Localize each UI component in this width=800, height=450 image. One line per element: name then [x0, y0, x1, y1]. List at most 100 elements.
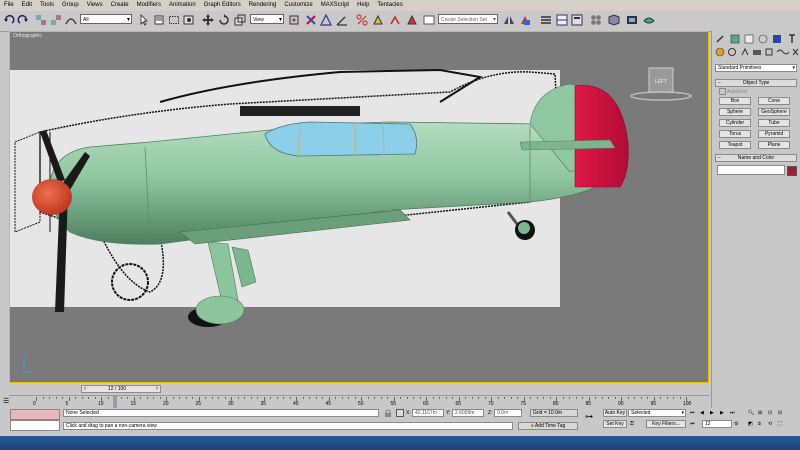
undo-icon[interactable]: [3, 14, 15, 26]
percent-snap-icon[interactable]: [356, 14, 368, 26]
bind-space-warp-icon[interactable]: [65, 14, 77, 26]
layer-manager-icon[interactable]: [540, 14, 552, 26]
zoom-extents-all-icon[interactable]: ⊟: [778, 409, 782, 417]
create-tab-icon[interactable]: [716, 35, 724, 43]
go-to-start-icon[interactable]: ⏮: [690, 409, 695, 417]
geosphere-button[interactable]: GeoSphere: [758, 108, 790, 116]
maxscript-input[interactable]: [10, 420, 60, 431]
maximize-viewport-icon[interactable]: ⛶: [778, 420, 782, 428]
lights-icon[interactable]: [741, 47, 749, 56]
sphere-button[interactable]: Sphere: [719, 108, 751, 116]
viewport-orthographic[interactable]: Orthographic LEFT: [9, 31, 709, 383]
move-icon[interactable]: [202, 14, 214, 26]
angle-snap-icon[interactable]: [336, 14, 348, 26]
time-slider[interactable]: ‹ 12 / 100 ›: [81, 385, 161, 393]
object-color-swatch[interactable]: [787, 166, 797, 176]
geometry-icon[interactable]: [715, 47, 725, 57]
torus-button[interactable]: Torus: [719, 130, 751, 138]
render-production-icon[interactable]: [643, 14, 655, 26]
reference-coord-dropdown[interactable]: View: [250, 14, 284, 25]
schematic-view-icon[interactable]: [571, 14, 583, 26]
window-crossing-icon[interactable]: [183, 14, 195, 26]
set-key-button[interactable]: Set Key: [603, 420, 627, 428]
systems-icon[interactable]: [792, 48, 799, 56]
menu-animation[interactable]: Animation: [165, 0, 200, 11]
pan-view-icon[interactable]: ✋︎: [758, 420, 761, 428]
key-mode-dropdown[interactable]: Selected ▾: [628, 409, 686, 417]
utilities-tab-icon[interactable]: [789, 34, 795, 43]
current-frame-field[interactable]: 12: [702, 420, 732, 428]
field-of-view-icon[interactable]: ◩: [748, 420, 753, 428]
key-mode-toggle-icon[interactable]: ⏮: [690, 420, 695, 428]
time-config-icon[interactable]: ⚙: [734, 420, 738, 428]
lock-icon[interactable]: [384, 409, 392, 417]
spacewarps-icon[interactable]: [776, 49, 790, 55]
object-name-field[interactable]: [717, 165, 785, 175]
hierarchy-tab-icon[interactable]: [744, 34, 754, 44]
key-filters-button[interactable]: Key Filters...: [646, 420, 686, 428]
named-selection-dropdown[interactable]: Create Selection Set: [438, 14, 498, 25]
menu-create[interactable]: Create: [107, 0, 133, 11]
menu-group[interactable]: Group: [58, 0, 83, 11]
autogrid-checkbox[interactable]: AutoGrid: [719, 88, 747, 96]
viewcube[interactable]: LEFT: [630, 67, 692, 101]
pyramid-button[interactable]: Pyramid: [758, 130, 790, 138]
mini-curve-editor-icon[interactable]: ☰: [3, 397, 9, 405]
menu-edit[interactable]: Edit: [18, 0, 36, 11]
menu-views[interactable]: Views: [83, 0, 107, 11]
menu-customize[interactable]: Customize: [280, 0, 316, 11]
rectangular-selection-icon[interactable]: [168, 14, 180, 26]
tube-button[interactable]: Tube: [758, 119, 790, 127]
material-editor-icon[interactable]: [590, 14, 602, 26]
pivot-center-icon[interactable]: [288, 14, 300, 26]
scale-icon[interactable]: [234, 14, 246, 26]
zoom-extents-icon[interactable]: ⊡: [768, 409, 772, 417]
key-icon[interactable]: ⊶: [585, 413, 593, 421]
named-selection-icon[interactable]: [406, 14, 418, 26]
cylinder-button[interactable]: Cylinder: [719, 119, 751, 127]
spinner-snap-icon[interactable]: [372, 14, 384, 26]
box-button[interactable]: Box: [719, 97, 751, 105]
menu-graph-editors[interactable]: Graph Editors: [200, 0, 245, 11]
rendered-frame-icon[interactable]: [626, 14, 638, 26]
next-frame-icon[interactable]: ›: [156, 386, 158, 392]
zoom-icon[interactable]: 🔍︎: [748, 409, 754, 417]
menu-tools[interactable]: Tools: [36, 0, 58, 11]
motion-tab-icon[interactable]: [758, 34, 768, 44]
menu-help[interactable]: Help: [353, 0, 373, 11]
object-type-rollout-header[interactable]: − Object Type: [715, 79, 797, 87]
mirror-icon[interactable]: [503, 14, 515, 26]
teapot-button[interactable]: Teapot: [719, 141, 751, 149]
orbit-icon[interactable]: ⟲: [768, 420, 772, 428]
name-color-rollout-header[interactable]: − Name and Color: [715, 154, 797, 162]
x-coordinate-field[interactable]: 42.1167m: [412, 409, 444, 417]
display-tab-icon[interactable]: [773, 35, 781, 43]
next-key-icon[interactable]: ▶: [720, 409, 724, 417]
play-icon[interactable]: ▶: [710, 409, 714, 417]
prev-frame-icon[interactable]: ‹: [84, 386, 86, 392]
zoom-all-icon[interactable]: ⊞: [758, 409, 762, 417]
previous-frame-icon[interactable]: ◀: [700, 409, 704, 417]
select-by-name-icon[interactable]: [153, 14, 165, 26]
curve-editor-icon[interactable]: [556, 14, 568, 26]
selection-filter-dropdown[interactable]: All: [80, 14, 132, 25]
menu-modifiers[interactable]: Modifiers: [133, 0, 165, 11]
menu-tentacles[interactable]: Tentacles: [373, 0, 406, 11]
align-icon[interactable]: [519, 14, 531, 26]
redo-icon[interactable]: [17, 14, 29, 26]
select-link-icon[interactable]: [35, 14, 47, 26]
render-setup-icon[interactable]: [608, 14, 620, 26]
abc-selection-icon[interactable]: [423, 14, 435, 26]
select-object-icon[interactable]: [138, 14, 150, 26]
cone-button[interactable]: Cone: [758, 97, 790, 105]
y-coordinate-field[interactable]: 2.6099m: [452, 409, 484, 417]
set-key-icon[interactable]: ⚿: [630, 420, 634, 428]
primitive-category-dropdown[interactable]: Standard Primitives ▾: [715, 64, 797, 72]
rotate-icon[interactable]: [218, 14, 230, 26]
absolute-mode-icon[interactable]: [396, 409, 404, 417]
auto-key-button[interactable]: Auto Key: [603, 409, 627, 417]
z-coordinate-field[interactable]: 0.0m: [494, 409, 522, 417]
add-time-tag-button[interactable]: ■ Add Time Tag: [518, 422, 578, 430]
snap-icon[interactable]: [320, 14, 332, 26]
edit-named-selection-icon[interactable]: [389, 14, 401, 26]
